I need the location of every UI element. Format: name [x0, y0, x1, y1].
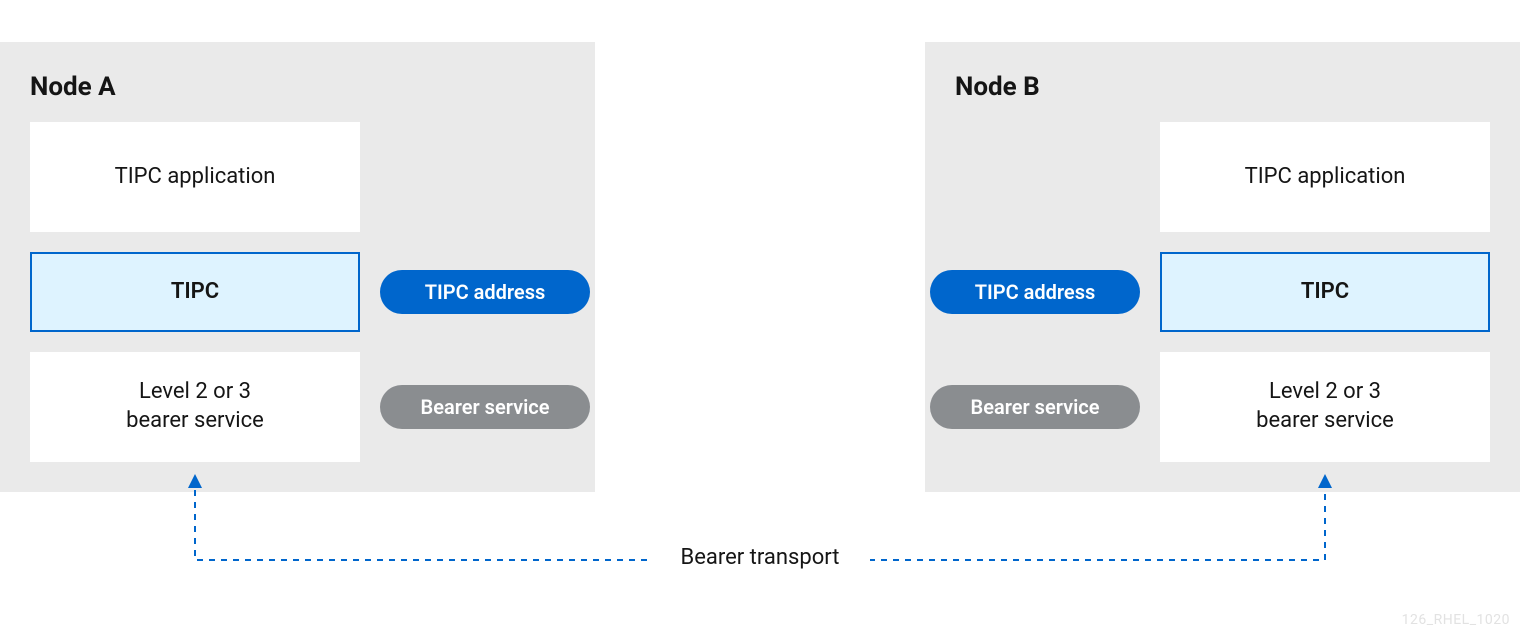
node-b-application-box: TIPC application [1160, 122, 1490, 232]
node-b-bearer-service-label: Bearer service [971, 395, 1100, 419]
node-b-bearer-label: Level 2 or 3bearer service [1256, 378, 1394, 435]
node-b-tipc-address-pill: TIPC address [930, 270, 1140, 314]
node-b-bearer-service-pill: Bearer service [930, 385, 1140, 429]
node-a-bearer-service-label: Bearer service [421, 395, 550, 419]
bearer-transport-label: Bearer transport [650, 545, 870, 570]
node-b-tipc-label: TIPC [1301, 278, 1349, 307]
node-b-bearer-box: Level 2 or 3bearer service [1160, 352, 1490, 462]
node-a-application-label: TIPC application [115, 163, 276, 192]
node-a-bearer-service-pill: Bearer service [380, 385, 590, 429]
node-b-tipc-box: TIPC [1160, 252, 1490, 332]
node-a-panel: Node A TIPC application TIPC Level 2 or … [0, 42, 595, 492]
node-b-title: Node B [955, 72, 1040, 102]
node-a-tipc-address-pill: TIPC address [380, 270, 590, 314]
watermark-label: 126_RHEL_1020 [1402, 612, 1510, 628]
node-a-application-box: TIPC application [30, 122, 360, 232]
node-b-tipc-address-label: TIPC address [975, 280, 1096, 304]
node-a-tipc-label: TIPC [171, 278, 219, 307]
node-a-tipc-box: TIPC [30, 252, 360, 332]
node-a-title: Node A [30, 72, 116, 102]
node-b-application-label: TIPC application [1245, 163, 1406, 192]
node-a-tipc-address-label: TIPC address [425, 280, 546, 304]
node-b-panel: Node B TIPC application TIPC Level 2 or … [925, 42, 1520, 492]
node-a-bearer-label: Level 2 or 3bearer service [126, 378, 264, 435]
node-a-bearer-box: Level 2 or 3bearer service [30, 352, 360, 462]
